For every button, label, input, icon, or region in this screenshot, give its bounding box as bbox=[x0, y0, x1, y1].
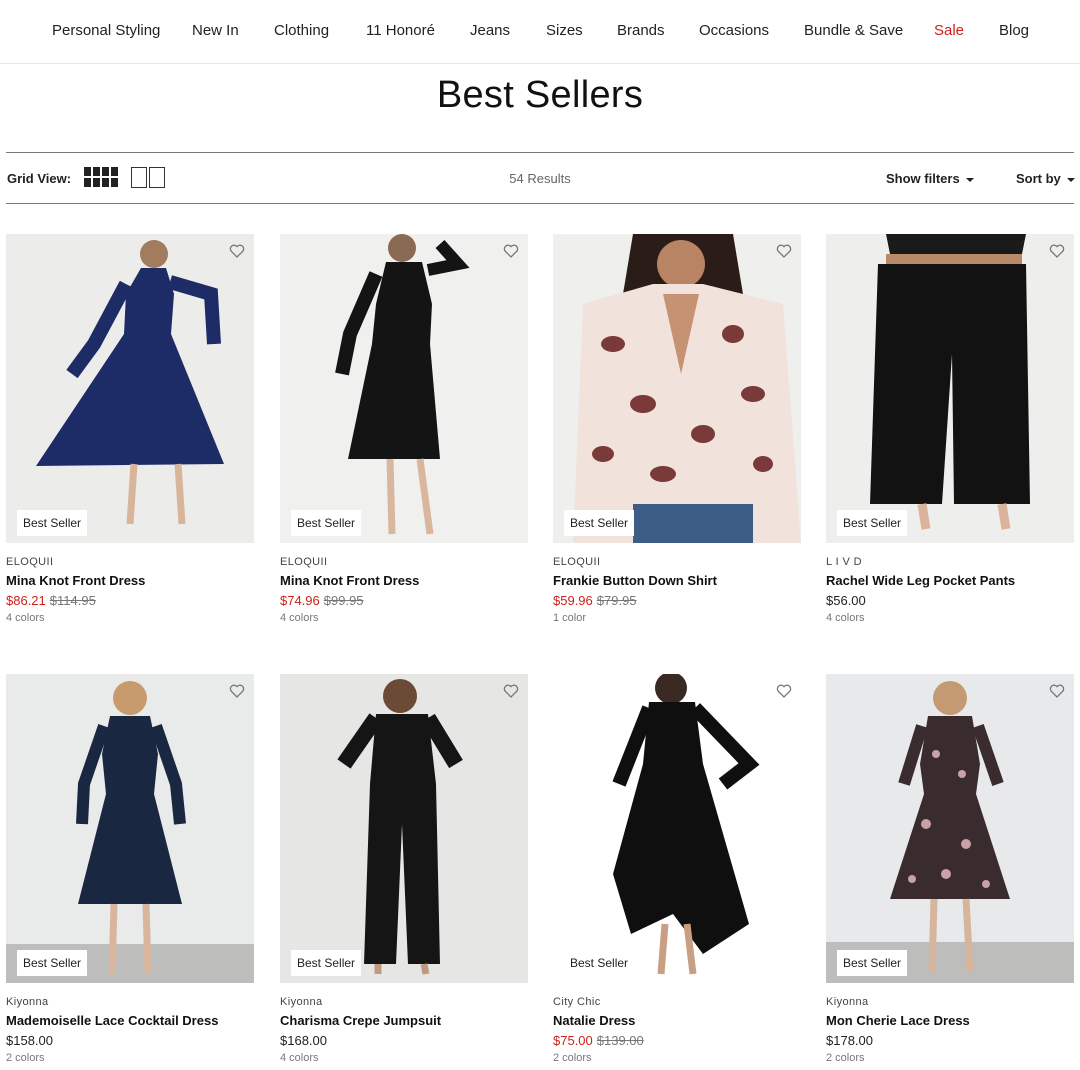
nav-11-honore[interactable]: 11 Honoré bbox=[366, 22, 435, 39]
product-name[interactable]: Rachel Wide Leg Pocket Pants bbox=[826, 573, 1015, 588]
product-image[interactable] bbox=[280, 234, 528, 543]
best-seller-badge: Best Seller bbox=[564, 510, 635, 536]
toolbar-bottom-divider bbox=[6, 203, 1074, 204]
best-seller-badge: Best Seller bbox=[291, 510, 362, 536]
product-image[interactable] bbox=[826, 234, 1074, 543]
heart-icon[interactable] bbox=[503, 243, 519, 259]
nav-jeans[interactable]: Jeans bbox=[470, 22, 510, 39]
product-price: $86.21 $114.95 bbox=[6, 593, 96, 608]
price: $178.00 bbox=[826, 1033, 873, 1048]
product-name[interactable]: Natalie Dress bbox=[553, 1013, 635, 1028]
best-seller-badge: Best Seller bbox=[291, 950, 362, 976]
color-count: 2 colors bbox=[553, 1052, 592, 1064]
nav-sale[interactable]: Sale bbox=[934, 22, 964, 39]
product-name[interactable]: Charisma Crepe Jumpsuit bbox=[280, 1013, 441, 1028]
nav-new-in[interactable]: New In bbox=[192, 22, 239, 39]
product-brand: ELOQUII bbox=[280, 556, 328, 568]
toolbar-top-divider bbox=[6, 152, 1074, 153]
product-brand: ELOQUII bbox=[553, 556, 601, 568]
best-seller-badge: Best Seller bbox=[564, 950, 635, 976]
product-brand: Kiyonna bbox=[6, 996, 49, 1008]
product-price: $168.00 bbox=[280, 1033, 327, 1048]
product-price: $56.00 bbox=[826, 593, 866, 608]
color-count: 4 colors bbox=[6, 612, 45, 624]
product-brand: Kiyonna bbox=[280, 996, 323, 1008]
price: $56.00 bbox=[826, 593, 866, 608]
price: $158.00 bbox=[6, 1033, 53, 1048]
color-count: 2 colors bbox=[6, 1052, 45, 1064]
sort-by-dropdown[interactable]: Sort by bbox=[1016, 171, 1075, 186]
original-price: $79.95 bbox=[596, 593, 637, 608]
grid-2-icon[interactable] bbox=[131, 167, 166, 188]
show-filters-label: Show filters bbox=[886, 171, 960, 186]
color-count: 1 color bbox=[553, 612, 587, 624]
heart-icon[interactable] bbox=[229, 683, 245, 699]
product-brand: City Chic bbox=[553, 996, 601, 1008]
color-count: 4 colors bbox=[280, 612, 319, 624]
caret-down-icon bbox=[965, 177, 974, 182]
product-image[interactable] bbox=[6, 234, 254, 543]
product-brand: L I V D bbox=[826, 556, 863, 568]
heart-icon[interactable] bbox=[1049, 243, 1065, 259]
page-title: Best Sellers bbox=[436, 74, 644, 116]
best-seller-badge: Best Seller bbox=[17, 510, 88, 536]
grid-view-label: Grid View: bbox=[7, 171, 72, 186]
price: $168.00 bbox=[280, 1033, 327, 1048]
caret-down-icon bbox=[1066, 177, 1075, 182]
product-price: $59.96 $79.95 bbox=[553, 593, 637, 608]
product-name[interactable]: Mon Cherie Lace Dress bbox=[826, 1013, 970, 1028]
color-count: 2 colors bbox=[826, 1052, 865, 1064]
product-price: $178.00 bbox=[826, 1033, 873, 1048]
heart-icon[interactable] bbox=[776, 243, 792, 259]
product-image[interactable] bbox=[553, 674, 801, 983]
heart-icon[interactable] bbox=[776, 683, 792, 699]
show-filters-dropdown[interactable]: Show filters bbox=[886, 171, 974, 186]
product-name[interactable]: Frankie Button Down Shirt bbox=[553, 573, 717, 588]
sort-by-label: Sort by bbox=[1016, 171, 1061, 186]
sale-price: $86.21 bbox=[6, 593, 46, 608]
sale-price: $74.96 bbox=[280, 593, 320, 608]
sale-price: $59.96 bbox=[553, 593, 593, 608]
nav-clothing[interactable]: Clothing bbox=[274, 22, 329, 39]
product-name[interactable]: Mina Knot Front Dress bbox=[6, 573, 145, 588]
original-price: $114.95 bbox=[49, 593, 96, 608]
original-price: $99.95 bbox=[323, 593, 364, 608]
nav-brands[interactable]: Brands bbox=[617, 22, 665, 39]
color-count: 4 colors bbox=[826, 612, 865, 624]
nav-bundle-save[interactable]: Bundle & Save bbox=[804, 22, 903, 39]
product-name[interactable]: Mina Knot Front Dress bbox=[280, 573, 419, 588]
product-image[interactable] bbox=[280, 674, 528, 983]
results-count: 54 Results bbox=[509, 171, 571, 186]
product-image[interactable] bbox=[6, 674, 254, 983]
nav-personal-styling[interactable]: Personal Styling bbox=[52, 22, 160, 39]
best-seller-badge: Best Seller bbox=[17, 950, 88, 976]
color-count: 4 colors bbox=[280, 1052, 319, 1064]
best-seller-badge: Best Seller bbox=[837, 950, 908, 976]
nav-occasions[interactable]: Occasions bbox=[699, 22, 769, 39]
grid-4-icon[interactable] bbox=[84, 167, 118, 188]
heart-icon[interactable] bbox=[1049, 683, 1065, 699]
product-image[interactable] bbox=[553, 234, 801, 543]
heart-icon[interactable] bbox=[229, 243, 245, 259]
heart-icon[interactable] bbox=[503, 683, 519, 699]
sale-price: $75.00 bbox=[553, 1033, 593, 1048]
product-price: $75.00 $139.00 bbox=[553, 1033, 644, 1048]
nav-blog[interactable]: Blog bbox=[999, 22, 1029, 39]
nav-sizes[interactable]: Sizes bbox=[546, 22, 583, 39]
product-price: $74.96 $99.95 bbox=[280, 593, 364, 608]
product-image[interactable] bbox=[826, 674, 1074, 983]
product-name[interactable]: Mademoiselle Lace Cocktail Dress bbox=[6, 1013, 218, 1028]
product-price: $158.00 bbox=[6, 1033, 53, 1048]
original-price: $139.00 bbox=[596, 1033, 644, 1048]
product-brand: ELOQUII bbox=[6, 556, 54, 568]
product-brand: Kiyonna bbox=[826, 996, 869, 1008]
top-navigation: Personal Styling New In Clothing 11 Hono… bbox=[0, 0, 1080, 64]
best-seller-badge: Best Seller bbox=[837, 510, 908, 536]
